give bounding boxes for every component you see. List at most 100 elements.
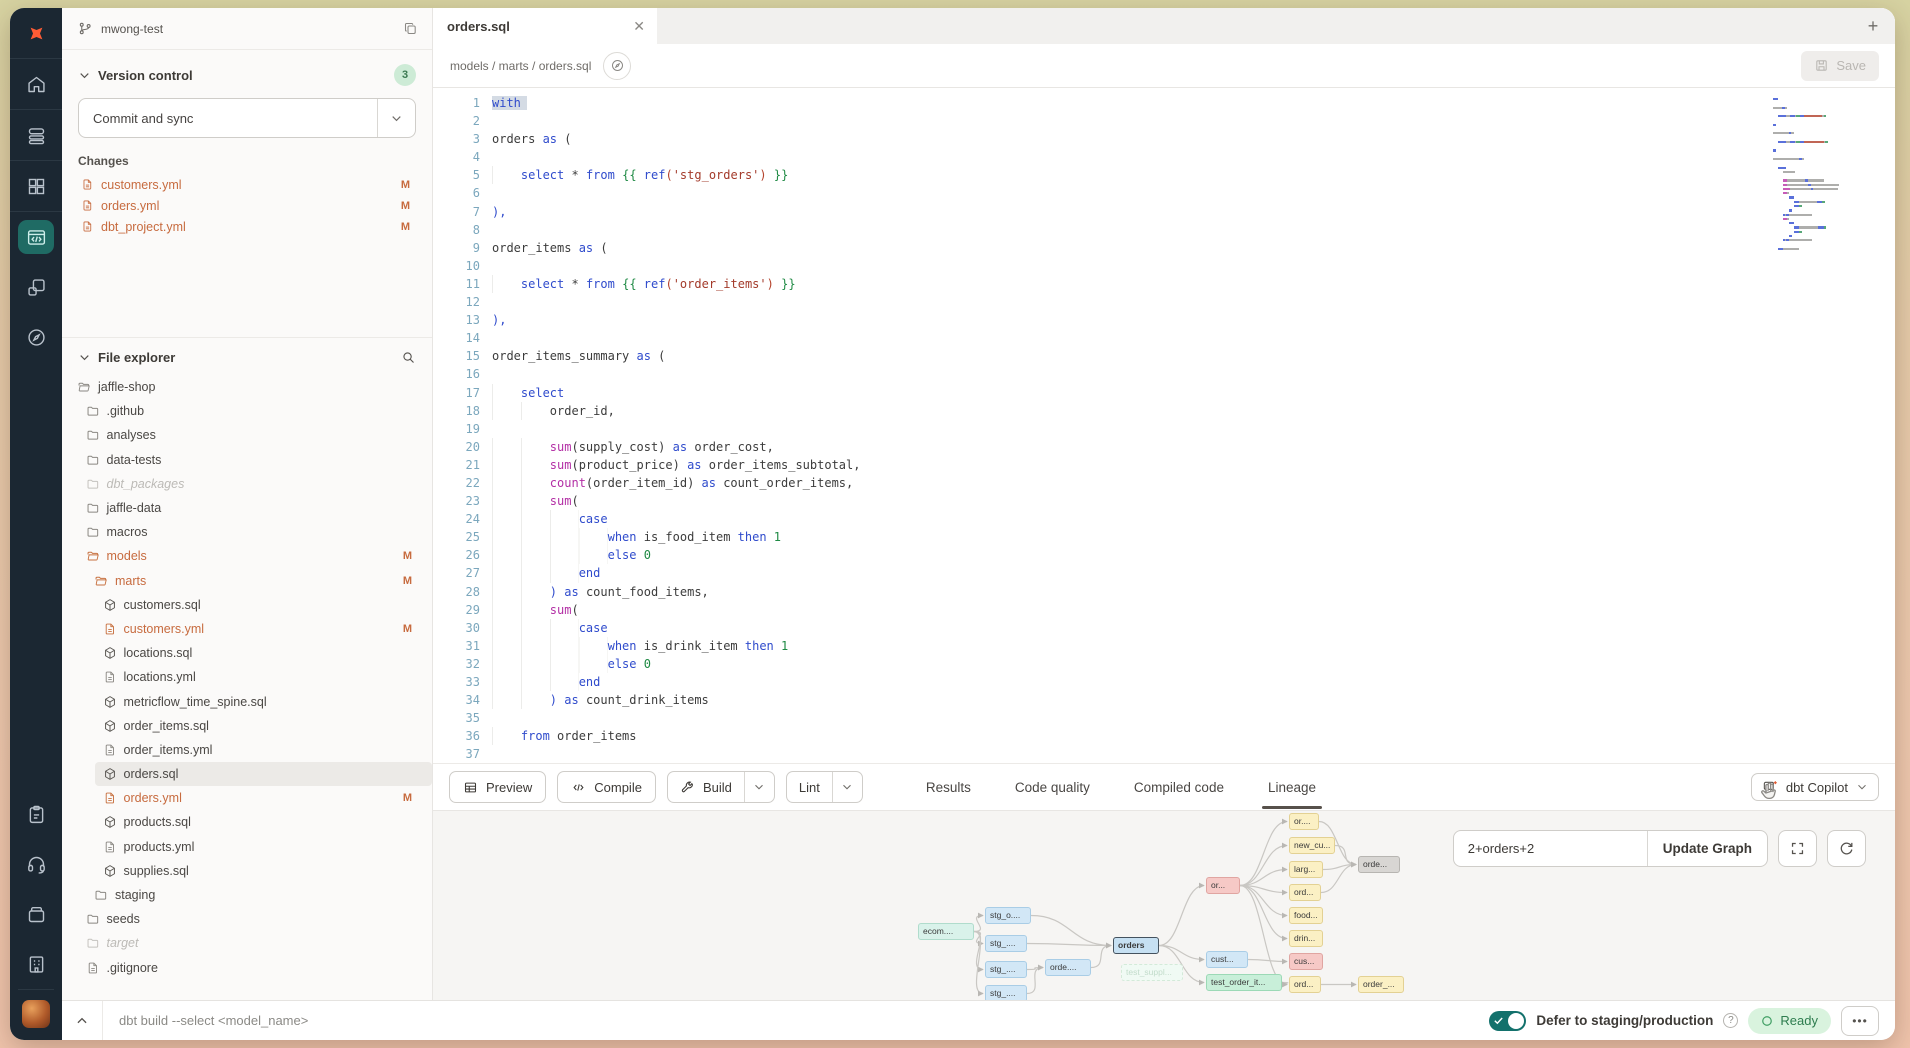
fullscreen-button[interactable]: [1778, 830, 1817, 867]
close-icon[interactable]: ✕: [633, 18, 645, 35]
tree-item-data-tests[interactable]: data-tests: [62, 448, 432, 472]
tab-results[interactable]: Results: [924, 766, 973, 809]
tree-item-dbt_packages[interactable]: dbt_packages: [62, 472, 432, 496]
lineage-node-testoi[interactable]: test_order_it...: [1206, 974, 1282, 991]
tree-item-orders.yml[interactable]: orders.ymlM: [62, 786, 432, 810]
tree-item-orders.sql[interactable]: orders.sql: [95, 762, 433, 786]
preview-button[interactable]: Preview: [449, 771, 546, 803]
code-line-17: 17 select: [433, 384, 1895, 402]
tree-item-staging[interactable]: staging: [62, 883, 432, 907]
command-input[interactable]: dbt build --select <model_name>: [102, 1001, 1489, 1040]
tab-code-quality[interactable]: Code quality: [1013, 766, 1092, 809]
ide-icon[interactable]: [10, 212, 62, 262]
lint-label: Lint: [799, 780, 820, 795]
environments-icon[interactable]: [10, 110, 62, 160]
lineage-node-y7[interactable]: ord...: [1289, 976, 1321, 993]
changed-file-dbt_project.yml[interactable]: dbt_project.ymlM: [78, 216, 416, 237]
save-button[interactable]: Save: [1801, 51, 1879, 81]
lineage-node-stg1[interactable]: stg_o....: [985, 907, 1031, 924]
tree-item-supplies.sql[interactable]: supplies.sql: [62, 859, 432, 883]
build-dropdown[interactable]: [744, 772, 774, 802]
changed-file-customers.yml[interactable]: customers.ymlM: [78, 174, 416, 195]
tree-item-customers.yml[interactable]: customers.ymlM: [62, 617, 432, 641]
compile-button[interactable]: Compile: [557, 771, 656, 803]
refresh-button[interactable]: [1827, 830, 1866, 867]
tree-item-.gitignore[interactable]: .gitignore: [62, 956, 432, 980]
tree-item-.github[interactable]: .github: [62, 399, 432, 423]
search-icon[interactable]: [401, 350, 416, 365]
lineage-node-ecom[interactable]: ecom....: [918, 923, 974, 940]
lineage-node-y4[interactable]: ord...: [1289, 884, 1321, 901]
help-icon[interactable]: ?: [1723, 1013, 1738, 1028]
commit-and-sync-button[interactable]: Commit and sync: [78, 98, 416, 138]
dashboard-icon[interactable]: [10, 161, 62, 211]
docs-icon[interactable]: [10, 889, 62, 939]
lineage-node-y8[interactable]: order_...: [1358, 976, 1404, 993]
tree-item-customers.sql[interactable]: customers.sql: [62, 593, 432, 617]
lineage-node-ghost[interactable]: test_suppl...: [1121, 964, 1183, 981]
chevron-down-icon[interactable]: [78, 69, 91, 82]
tree-item-models[interactable]: modelsM: [62, 544, 432, 568]
lineage-node-stg2[interactable]: stg_....: [985, 935, 1027, 952]
commit-dropdown[interactable]: [377, 99, 415, 137]
new-tab-button[interactable]: +: [1851, 8, 1895, 44]
build-button[interactable]: Build: [668, 772, 744, 802]
expand-command-bar[interactable]: [62, 1014, 102, 1028]
tree-item-locations.yml[interactable]: locations.yml: [62, 665, 432, 689]
tree-item-jaffle-data[interactable]: jaffle-data: [62, 496, 432, 520]
tab-lineage[interactable]: Lineage: [1266, 766, 1318, 809]
orchestration-icon[interactable]: [10, 262, 62, 312]
tree-item-analyses[interactable]: analyses: [62, 423, 432, 447]
tree-item-locations.sql[interactable]: locations.sql: [62, 641, 432, 665]
lineage-node-y2[interactable]: new_cu...: [1289, 837, 1335, 854]
branch-name[interactable]: mwong-test: [101, 22, 163, 36]
lint-button[interactable]: Lint: [787, 772, 832, 802]
open-in-explorer-button[interactable]: [603, 52, 631, 80]
file-explorer-title: File explorer: [98, 350, 175, 365]
lineage-panel[interactable]: ecom.... stg_o.... stg_.... stg_.... stg_...…: [433, 810, 1895, 1000]
tree-item-products.yml[interactable]: products.yml: [62, 835, 432, 859]
tree-item-products.sql[interactable]: products.sql: [62, 810, 432, 834]
code-editor[interactable]: 1with23orders as (45 select * from {{ re…: [433, 88, 1895, 763]
lineage-node-y3[interactable]: larg...: [1289, 861, 1323, 878]
version-control-section: Version control 3 Commit and sync Change…: [62, 50, 432, 338]
tab-orders-sql[interactable]: orders.sql ✕: [433, 8, 657, 44]
lineage-node-pinkhub[interactable]: or...: [1206, 877, 1240, 894]
tab-compiled-code[interactable]: Compiled code: [1132, 766, 1226, 809]
tree-item-macros[interactable]: macros: [62, 520, 432, 544]
lineage-node-gray[interactable]: orde...: [1358, 856, 1400, 873]
lineage-node-orders[interactable]: orders: [1113, 937, 1159, 954]
user-avatar[interactable]: [22, 1000, 50, 1028]
tree-item-order_items.yml[interactable]: order_items.yml: [62, 738, 432, 762]
home-icon[interactable]: [10, 59, 62, 109]
lint-dropdown[interactable]: [832, 772, 862, 802]
changed-file-orders.yml[interactable]: orders.ymlM: [78, 195, 416, 216]
lineage-node-y1[interactable]: or....: [1289, 813, 1319, 830]
update-graph-button[interactable]: Update Graph: [1647, 831, 1767, 866]
lineage-filter-input[interactable]: 2+orders+2: [1454, 831, 1647, 866]
dbt-logo[interactable]: [10, 8, 62, 58]
support-headset-icon[interactable]: [10, 839, 62, 889]
lineage-node-stg4[interactable]: stg_....: [985, 985, 1027, 1000]
tree-item-target[interactable]: target: [62, 931, 432, 955]
ready-status-badge[interactable]: Ready: [1748, 1008, 1831, 1034]
copy-icon[interactable]: [403, 21, 418, 36]
more-options-button[interactable]: •••: [1841, 1006, 1879, 1036]
minimap[interactable]: [1773, 98, 1855, 256]
tree-item-jaffle-shop[interactable]: jaffle-shop: [62, 375, 432, 399]
lineage-node-stg3[interactable]: stg_....: [985, 961, 1027, 978]
tree-item-seeds[interactable]: seeds: [62, 907, 432, 931]
lineage-node-ordmid[interactable]: orde....: [1045, 959, 1091, 976]
tree-item-order_items.sql[interactable]: order_items.sql: [62, 714, 432, 738]
lineage-node-cuspink[interactable]: cus...: [1289, 953, 1323, 970]
lineage-node-y5[interactable]: food...: [1289, 907, 1323, 924]
chevron-down-icon[interactable]: [78, 351, 91, 364]
defer-toggle[interactable]: [1489, 1011, 1526, 1031]
lineage-node-y6[interactable]: drin...: [1289, 930, 1323, 947]
clipboard-icon[interactable]: [10, 789, 62, 839]
lineage-node-cust[interactable]: cust...: [1206, 951, 1248, 968]
explorer-compass-icon[interactable]: [10, 312, 62, 362]
tree-item-metricflow_time_spine.sql[interactable]: metricflow_time_spine.sql: [62, 689, 432, 713]
tree-item-marts[interactable]: martsM: [62, 569, 432, 593]
organization-icon[interactable]: [10, 939, 62, 989]
